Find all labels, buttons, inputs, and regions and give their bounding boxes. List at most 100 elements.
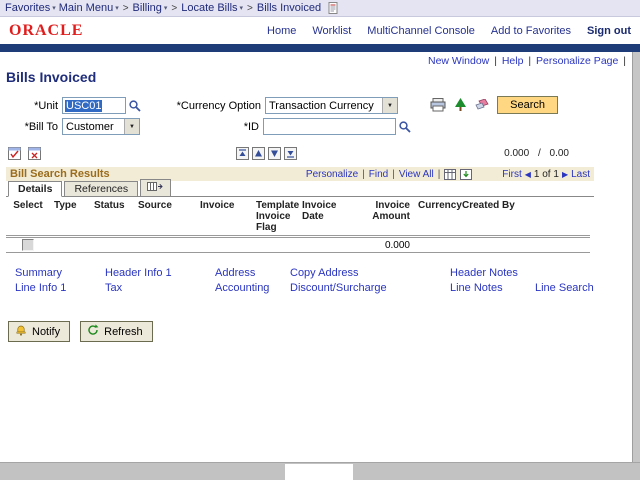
header-notes-link[interactable]: Header Notes [450,267,518,279]
next-page-icon[interactable]: ▶ [562,170,568,179]
print-icon[interactable] [430,98,446,112]
separator: | [623,55,626,67]
source-cell [134,237,196,253]
summary-link[interactable]: Summary [15,267,62,279]
row-down-icon[interactable] [268,147,281,160]
bill-to-label: *Bill To [8,121,58,133]
breadcrumb-billing[interactable]: Billing ▾ [133,2,168,14]
currency-cell [414,237,458,253]
line-search-link[interactable]: Line Search [535,282,594,294]
sign-out-link[interactable]: Sign out [587,25,631,37]
column-header-select[interactable]: Select [6,197,50,237]
personalize-page-link[interactable]: Personalize Page [536,55,618,67]
show-all-columns-tab[interactable] [140,179,171,196]
horizontal-scrollbar-thumb[interactable] [285,464,353,480]
tab-details[interactable]: Details [8,181,62,197]
refresh-button[interactable]: Refresh [80,321,153,342]
totals-display: 0.000 / 0.00 [501,148,572,159]
peoplesoft-window: Favorites ▾ Main Menu ▾ > Billing ▾ > Lo… [0,0,640,480]
status-cell [90,237,134,253]
column-header-invoice-amount[interactable]: Invoice Amount [356,197,414,237]
header-info-1-link[interactable]: Header Info 1 [105,267,172,279]
chevron-down-icon: ▾ [52,4,56,12]
multichannel-console-link[interactable]: MultiChannel Console [367,25,475,37]
discount-surcharge-link[interactable]: Discount/Surcharge [290,282,387,294]
column-header-currency[interactable]: Currency [414,197,458,237]
breadcrumb-locate-bills[interactable]: Locate Bills ▾ [181,2,243,14]
download-icon[interactable] [460,169,472,180]
vertical-scrollbar[interactable] [632,52,640,462]
currency-option-select[interactable]: Transaction Currency ▼ [265,97,398,114]
eraser-icon[interactable] [475,99,489,111]
column-header-invoice[interactable]: Invoice [196,197,252,237]
column-header-invoice-date[interactable]: Invoice Date [298,197,356,237]
unit-input-value: USC01 [65,100,102,112]
id-lookup-icon[interactable] [398,120,411,133]
results-title: Bill Search Results [10,168,110,180]
notify-button[interactable]: Notify [8,321,70,342]
breadcrumb-item-label: Locate Bills [181,2,237,14]
results-grid: Select Type Status Source Invoice Templa… [6,197,590,253]
select-cell [6,237,50,253]
breadcrumb-main-menu[interactable]: Main Menu ▾ [59,2,119,14]
unit-input[interactable]: USC01 [62,97,126,114]
page-title: Bills Invoiced [6,69,632,85]
line-info-1-link[interactable]: Line Info 1 [15,282,66,294]
bottom-of-list-icon[interactable] [284,147,297,160]
top-of-list-icon[interactable] [236,147,249,160]
select-all-icon[interactable] [8,147,21,160]
id-input[interactable] [263,118,396,135]
last-link[interactable]: Last [571,169,590,180]
search-button[interactable]: Search [497,96,558,114]
bill-search-results: Bill Search Results Personalize | Find |… [6,167,594,253]
accounting-link[interactable]: Accounting [215,282,269,294]
results-header-tools: Personalize | Find | View All | First ◀ [306,169,590,180]
tab-references[interactable]: References [64,181,138,196]
results-header-bar: Bill Search Results Personalize | Find |… [6,167,594,181]
chevron-down-icon: ▾ [240,4,244,12]
tree-icon[interactable] [454,98,467,112]
column-header-type[interactable]: Type [50,197,90,237]
unit-lookup-icon[interactable] [128,99,141,112]
breadcrumb-separator: > [171,3,177,14]
column-header-source[interactable]: Source [134,197,196,237]
breadcrumb-bills-invoiced[interactable]: Bills Invoiced [257,2,321,14]
breadcrumb-item-label: Bills Invoiced [257,2,321,14]
separator: | [392,169,395,180]
horizontal-scrollbar-track[interactable] [0,462,640,480]
address-link[interactable]: Address [215,267,255,279]
zoom-grid-icon[interactable] [444,169,456,180]
new-window-link[interactable]: New Window [428,55,489,67]
bill-to-select[interactable]: Customer ▼ [62,118,140,135]
dropdown-arrow-icon[interactable]: ▼ [124,119,139,134]
breadcrumb: Favorites ▾ Main Menu ▾ > Billing ▾ > Lo… [0,0,640,17]
find-link[interactable]: Find [369,169,388,180]
row-up-icon[interactable] [252,147,265,160]
help-link[interactable]: Help [502,55,524,67]
breadcrumb-favorites-label: Favorites [5,2,50,14]
grid-toolbar: 0.000 / 0.00 [8,147,624,162]
row-select-checkbox[interactable] [22,239,34,251]
grid-pagination: First ◀ 1 of 1 ▶ Last [502,169,590,180]
grid-header-row: Select Type Status Source Invoice Templa… [6,197,590,237]
personalize-link[interactable]: Personalize [306,169,358,180]
first-link[interactable]: First [502,169,521,180]
view-all-link[interactable]: View All [399,169,434,180]
search-tools: Search [430,96,558,114]
worklist-link[interactable]: Worklist [312,25,351,37]
tax-link[interactable]: Tax [105,282,122,294]
column-header-status[interactable]: Status [90,197,134,237]
clear-all-icon[interactable] [28,147,41,160]
breadcrumb-favorites[interactable]: Favorites ▾ [5,2,56,14]
page-utility-links: New Window | Help | Personalize Page | [0,52,632,67]
column-header-template-invoice-flag[interactable]: Template Invoice Flag [252,197,298,237]
copy-address-link[interactable]: Copy Address [290,267,358,279]
add-to-favorites-link[interactable]: Add to Favorites [491,25,571,37]
previous-page-icon[interactable]: ◀ [525,170,531,179]
column-header-created-by[interactable]: Created By [458,197,520,237]
line-notes-link[interactable]: Line Notes [450,282,503,294]
notepad-icon[interactable] [328,2,339,14]
separator: | [362,169,365,180]
home-link[interactable]: Home [267,25,296,37]
dropdown-arrow-icon[interactable]: ▼ [382,98,397,113]
